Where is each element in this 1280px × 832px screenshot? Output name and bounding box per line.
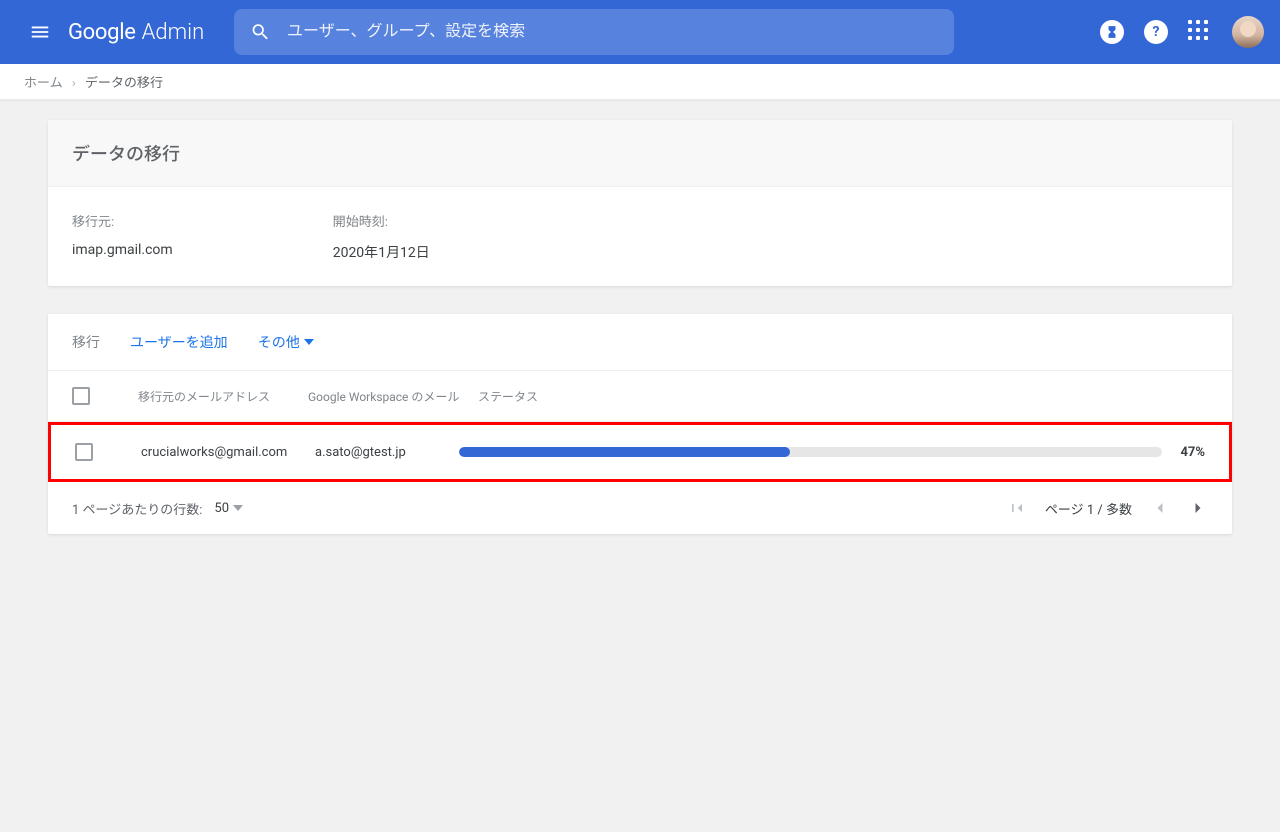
more-label: その他: [258, 332, 300, 352]
first-page-icon[interactable]: [1007, 498, 1027, 518]
logo-admin: Admin: [142, 20, 205, 45]
rows-per-page-label: 1 ページあたりの行数:: [72, 499, 202, 518]
column-status: ステータス: [478, 388, 538, 405]
hourglass-icon: [1105, 25, 1119, 39]
rows-per-page-select[interactable]: 50: [214, 501, 243, 516]
table-footer: 1 ページあたりの行数: 50 ページ 1 / 多数: [48, 482, 1232, 534]
breadcrumb-current: データの移行: [85, 76, 163, 91]
next-page-icon[interactable]: [1188, 498, 1208, 518]
search-input[interactable]: [287, 23, 938, 41]
select-all-checkbox[interactable]: [72, 387, 90, 405]
help-button[interactable]: ?: [1144, 20, 1168, 44]
meta-source: 移行元: imap.gmail.com: [72, 211, 173, 262]
row-source-email: crucialworks@gmail.com: [141, 445, 315, 460]
search-icon: [250, 21, 271, 43]
table-toolbar: 移行 ユーザーを追加 その他: [48, 314, 1232, 371]
breadcrumb-separator: ›: [72, 76, 76, 91]
dropdown-icon: [233, 503, 243, 513]
updates-button[interactable]: [1100, 20, 1124, 44]
progress-bar: [459, 447, 1162, 457]
dropdown-icon: [304, 337, 314, 347]
source-label: 移行元:: [72, 211, 173, 230]
column-source: 移行元のメールアドレス: [138, 388, 308, 405]
rows-per-page-value: 50: [214, 501, 229, 516]
logo[interactable]: Google Admin: [68, 20, 204, 45]
page-indicator: ページ 1 / 多数: [1045, 499, 1132, 518]
table-columns: 移行元のメールアドレス Google Workspace のメール ステータス: [48, 371, 1232, 422]
question-icon: ?: [1153, 24, 1160, 40]
page-title: データの移行: [48, 120, 1232, 187]
start-value: 2020年1月12日: [333, 242, 430, 262]
row-checkbox[interactable]: [75, 443, 93, 461]
header-actions: ?: [1100, 16, 1264, 48]
migration-table-card: 移行 ユーザーを追加 その他 移行元のメールアドレス Google Worksp…: [48, 314, 1232, 534]
apps-button[interactable]: [1188, 20, 1212, 44]
more-button[interactable]: その他: [258, 332, 314, 352]
start-label: 開始時刻:: [333, 211, 430, 230]
column-dest: Google Workspace のメール: [308, 388, 478, 405]
app-header: Google Admin ?: [0, 0, 1280, 64]
menu-button[interactable]: [16, 8, 64, 56]
progress-percent: 47%: [1180, 445, 1205, 460]
row-status: 47%: [459, 445, 1205, 460]
breadcrumb: ホーム › データの移行: [0, 64, 1280, 100]
logo-google: Google: [68, 20, 136, 45]
progress-fill: [459, 447, 790, 457]
avatar[interactable]: [1232, 16, 1264, 48]
pager: ページ 1 / 多数: [1007, 498, 1208, 518]
table-row[interactable]: crucialworks@gmail.com a.sato@gtest.jp 4…: [51, 425, 1229, 479]
search-bar[interactable]: [234, 9, 954, 55]
add-user-button[interactable]: ユーザーを追加: [130, 332, 228, 352]
meta-start: 開始時刻: 2020年1月12日: [333, 211, 430, 262]
highlighted-row-annotation: crucialworks@gmail.com a.sato@gtest.jp 4…: [48, 422, 1232, 482]
summary-card: データの移行 移行元: imap.gmail.com 開始時刻: 2020年1月…: [48, 120, 1232, 286]
prev-page-icon[interactable]: [1150, 498, 1170, 518]
table-section-label: 移行: [72, 332, 100, 352]
source-value: imap.gmail.com: [72, 242, 173, 258]
breadcrumb-home[interactable]: ホーム: [24, 76, 63, 91]
row-dest-email: a.sato@gtest.jp: [315, 445, 459, 460]
hamburger-icon: [29, 21, 51, 43]
